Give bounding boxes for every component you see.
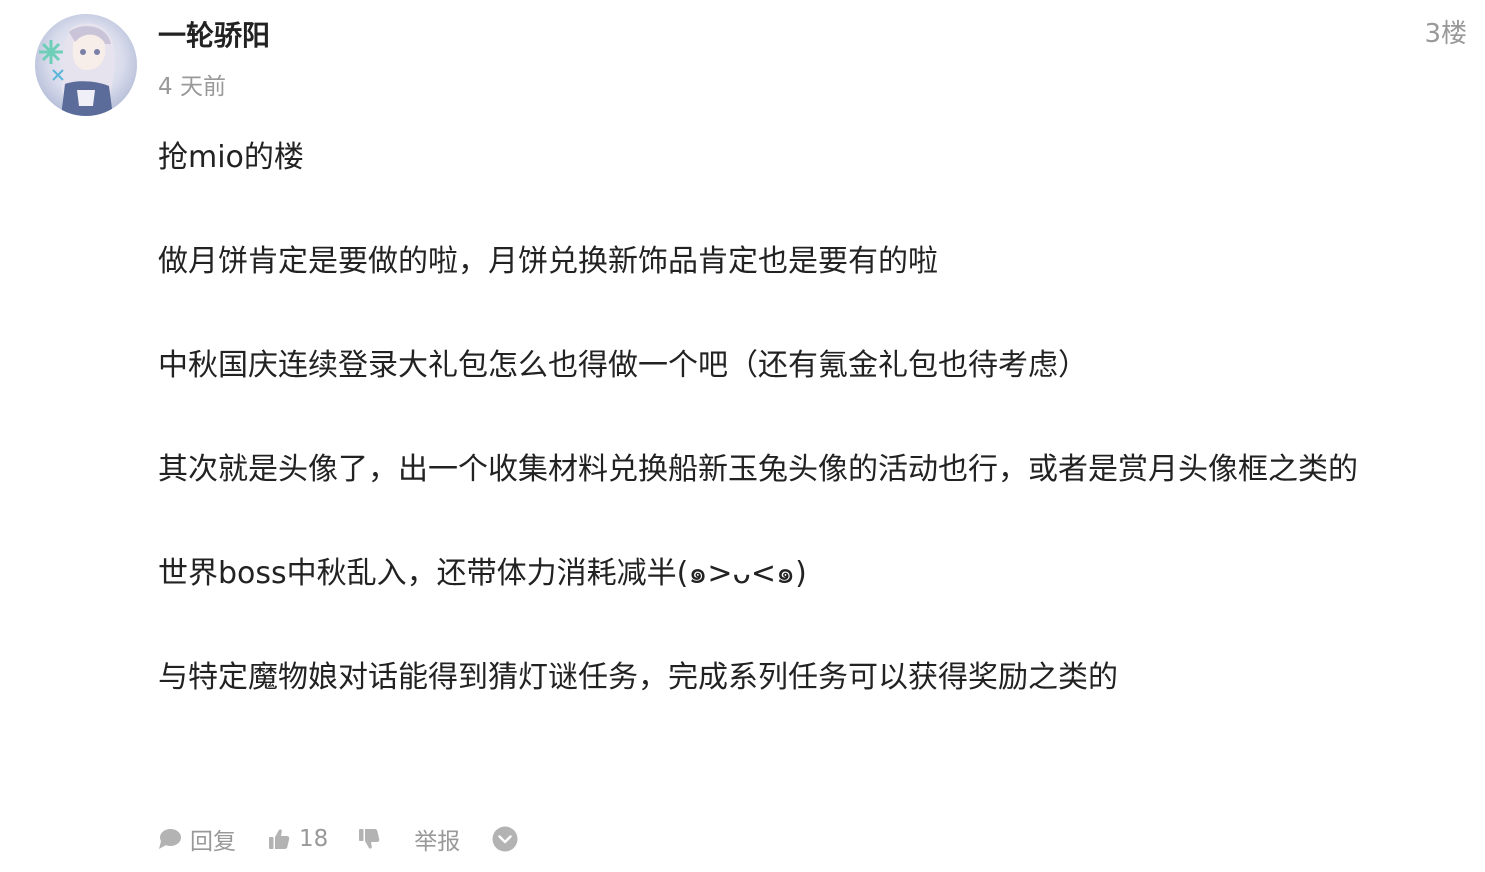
report-label: 举报 (414, 829, 461, 855)
comment-paragraph: 世界boss中秋乱入，还带体力消耗减半(๑>ᴗ<๑) (158, 556, 807, 591)
avatar[interactable] (35, 14, 137, 116)
username[interactable]: 一轮骄阳 (158, 18, 270, 54)
comment-body: 抢mio的楼 做月饼肯定是要做的啦，月饼兑换新饰品肯定也是要有的啦 中秋国庆连续… (158, 132, 1468, 756)
comment-actions: 回复 18 举报 (158, 820, 518, 858)
report-button[interactable]: 举报 (414, 822, 460, 856)
comment-paragraph: 其次就是头像了，出一个收集材料兑换船新玉兔头像的活动也行，或者是赏月头像框之类的 (158, 452, 1358, 487)
chevron-down-circle-icon (492, 826, 518, 852)
timestamp: 4 天前 (158, 74, 226, 100)
more-options-button[interactable] (492, 826, 518, 852)
like-button[interactable]: 18 (268, 826, 328, 852)
comment-card: 一轮骄阳 4 天前 3楼 抢mio的楼 做月饼肯定是要做的啦，月饼兑换新饰品肯定… (0, 0, 1485, 872)
speech-bubble-icon (159, 829, 181, 849)
like-count: 18 (299, 826, 329, 852)
floor-number: 3楼 (1424, 19, 1467, 49)
reply-label: 回复 (190, 829, 236, 855)
thumbs-up-icon (269, 829, 290, 849)
dislike-button[interactable] (358, 828, 380, 850)
avatar-image (35, 14, 137, 116)
comment-paragraph: 与特定魔物娘对话能得到猜灯谜任务，完成系列任务可以获得奖励之类的 (158, 660, 1118, 695)
comment-paragraph: 做月饼肯定是要做的啦，月饼兑换新饰品肯定也是要有的啦 (158, 244, 938, 279)
comment-paragraph: 中秋国庆连续登录大礼包怎么也得做一个吧（还有氪金礼包也待考虑） (158, 348, 1088, 383)
thumbs-down-icon (359, 829, 380, 849)
comment-paragraph: 抢mio的楼 (158, 140, 304, 175)
reply-button[interactable]: 回复 (158, 822, 236, 856)
